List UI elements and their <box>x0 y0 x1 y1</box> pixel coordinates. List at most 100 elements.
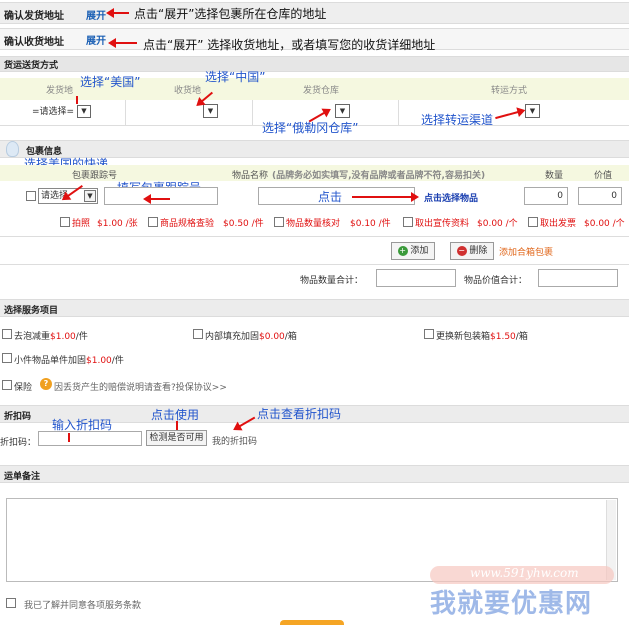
col-method: 转运方式 <box>491 86 528 96</box>
tracking-input[interactable] <box>104 187 218 205</box>
col-origin: 发货地 <box>46 86 74 96</box>
sender-expand-link[interactable]: 展开 <box>86 7 106 22</box>
divider <box>398 100 399 126</box>
arrow-icon <box>108 38 137 48</box>
package-checkbox[interactable] <box>26 191 36 201</box>
receiver-address-label: 确认收货地址 <box>4 37 64 48</box>
delete-button-label: 删除 <box>469 246 488 256</box>
quantity-input[interactable]: 0 <box>524 187 568 205</box>
arrow-icon <box>106 8 129 18</box>
arrow-icon <box>352 192 419 202</box>
service-name: 取出宣传资料 <box>415 219 470 229</box>
value-total-field <box>538 269 618 287</box>
item-name-warning: (品牌务必如实填写,没有品牌或者品牌不符,容易扣关) <box>272 171 486 181</box>
agree-checkbox[interactable] <box>6 598 16 608</box>
service-section-title: 选择服务项目 <box>4 306 59 316</box>
shipping-section-header: 货运送货方式 <box>0 56 629 72</box>
arrow-icon <box>68 433 70 442</box>
service-name: 取出发票 <box>540 219 577 229</box>
ann-click: 点击 <box>318 190 343 204</box>
col-value: 价值 <box>594 171 613 181</box>
qty-total-label: 物品数量合计： <box>300 276 364 286</box>
insurance-note-link[interactable]: 因丢货产生的赔偿说明请查看?投保协议>> <box>54 380 227 393</box>
service-name: 拍照 <box>72 219 91 229</box>
service-item-label: 去泡减重$1.00/件 <box>14 332 88 342</box>
service-checkbox-spec[interactable] <box>148 217 158 227</box>
service-checkbox-small[interactable] <box>2 353 12 363</box>
col-destination: 收货地 <box>174 86 202 96</box>
agree-label: 我已了解并同意各项服务条款 <box>24 601 142 611</box>
service-checkbox-photo[interactable] <box>60 217 70 227</box>
ann-discount-use: 点击使用 <box>151 408 200 422</box>
service-item-label: 更换新包装箱$1.50/箱 <box>436 332 528 342</box>
ann-discount-view: 点击查看折扣码 <box>257 407 342 421</box>
my-discount-codes-link[interactable]: 我的折扣码 <box>212 434 257 447</box>
chevron-down-icon: ▼ <box>76 105 91 118</box>
col-warehouse: 发货仓库 <box>303 86 340 96</box>
divider <box>0 264 629 265</box>
origin-select[interactable]: =请选择= ▼ <box>32 104 91 118</box>
service-price: $1.00 /张 <box>97 219 138 229</box>
service-item-label: 小件物品单件加固$1.00/件 <box>14 356 124 366</box>
sender-hint: 点击“展开”选择包裹所在仓库的地址 <box>134 7 327 21</box>
insurance-label: 保险 <box>14 383 33 393</box>
select-item-link[interactable]: 点击选择物品 <box>424 191 478 204</box>
service-checkbox-count[interactable] <box>274 217 284 227</box>
discount-label: 折扣码： <box>0 438 37 448</box>
arrow-icon <box>176 421 178 430</box>
watermark-url: www.591yhw.com <box>470 566 579 580</box>
col-item-name: 物品名称 <box>232 171 269 181</box>
plus-icon: + <box>397 245 408 256</box>
discount-input[interactable] <box>38 431 142 446</box>
service-name: 物品数量核对 <box>286 219 341 229</box>
add-button[interactable]: + 添加 <box>391 242 435 260</box>
minus-icon: − <box>456 245 467 256</box>
origin-select-value: =请选择= <box>32 107 75 117</box>
divider <box>252 100 253 126</box>
notes-section-title: 运单备注 <box>4 472 41 482</box>
ann-destination: 选择“中国” <box>205 70 266 84</box>
destination-select[interactable]: ▼ <box>203 104 218 118</box>
insurance-checkbox[interactable] <box>2 380 12 390</box>
info-icon: ? <box>40 378 52 390</box>
notes-section-header: 运单备注 <box>0 465 629 483</box>
watermark-logo: 我就要优惠网 <box>430 589 593 619</box>
divider <box>0 236 629 237</box>
shipping-section-title: 货运送货方式 <box>4 61 59 71</box>
arrow-icon <box>76 96 78 104</box>
discount-section-title: 折扣码 <box>4 412 32 422</box>
service-price: $0.10 /件 <box>350 219 391 229</box>
sender-address-label: 确认发货地址 <box>4 11 64 22</box>
service-checkbox-invoice[interactable] <box>528 217 538 227</box>
warehouse-select[interactable]: ▼ <box>335 104 350 118</box>
service-price: $0.00 /个 <box>477 219 518 229</box>
add-combined-link[interactable]: 添加合箱包裹 <box>499 245 553 258</box>
price-input[interactable]: 0 <box>578 187 622 205</box>
service-price: $0.50 /件 <box>223 219 264 229</box>
service-checkbox-foam[interactable] <box>2 329 12 339</box>
delete-button[interactable]: − 删除 <box>450 242 494 260</box>
package-column-header: 包裹跟踪号 物品名称 (品牌务必如实填写,没有品牌或者品牌不符,容易扣关) 数量… <box>0 165 629 181</box>
ann-warehouse: 选择“俄勒冈仓库” <box>262 121 359 135</box>
submit-button[interactable] <box>280 620 344 625</box>
check-discount-button[interactable]: 检测是否可用 <box>146 430 207 446</box>
lightbulb-icon <box>6 141 19 157</box>
col-tracking: 包裹跟踪号 <box>72 171 118 181</box>
receiver-expand-link[interactable]: 展开 <box>86 32 106 47</box>
divider <box>125 100 126 126</box>
receiver-hint: 点击“展开” 选择收货地址，或者填写您的收货详细地址 <box>143 38 436 52</box>
ann-method: 选择转运渠道 <box>421 113 494 127</box>
service-checkbox-fill[interactable] <box>193 329 203 339</box>
chevron-down-icon: ▼ <box>84 190 96 202</box>
arrow-icon <box>143 194 170 204</box>
service-checkbox-newbox[interactable] <box>424 329 434 339</box>
package-services-row: 拍照 $1.00 /张 商品规格查验 $0.50 /件 物品数量核对 $0.10… <box>60 215 629 229</box>
service-name: 商品规格查验 <box>160 219 215 229</box>
service-checkbox-flyer[interactable] <box>403 217 413 227</box>
method-select[interactable]: ▼ <box>525 104 540 118</box>
value-total-label: 物品价值合计： <box>464 276 528 286</box>
service-item-label: 内部填充加固$0.00/箱 <box>205 332 297 342</box>
ann-origin: 选择“美国” <box>80 75 141 89</box>
col-quantity: 数量 <box>545 171 564 181</box>
qty-total-field <box>376 269 456 287</box>
